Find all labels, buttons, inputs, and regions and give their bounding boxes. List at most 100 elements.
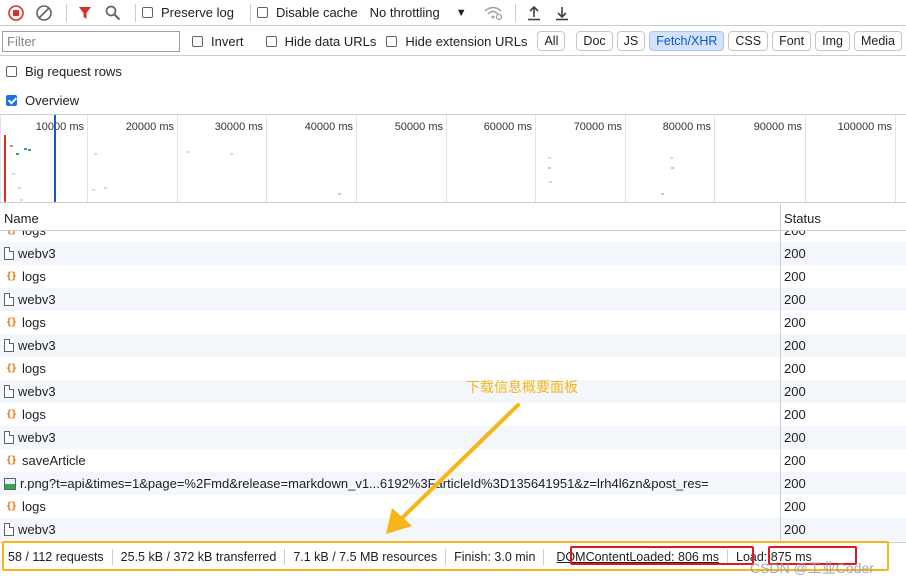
timeline-tick-label: 50000 ms	[394, 121, 443, 133]
table-row[interactable]: {} logs 200	[0, 495, 906, 518]
import-har-icon[interactable]	[522, 1, 546, 25]
checkbox-box[interactable]	[256, 7, 268, 18]
overview-timeline[interactable]: 10000 ms 20000 ms 30000 ms 40000 ms 5000…	[0, 114, 906, 203]
request-name-cell: webv3	[4, 292, 56, 307]
hide-extension-urls-checkbox[interactable]: Hide extension URLs	[386, 34, 527, 49]
clear-icon[interactable]	[32, 1, 56, 25]
type-filter-doc[interactable]: Doc	[576, 31, 613, 51]
request-status: 200	[784, 361, 806, 376]
throttling-select[interactable]: No throttling ▼	[370, 5, 467, 20]
request-status: 200	[784, 407, 806, 422]
checkbox-box[interactable]	[6, 66, 17, 77]
request-dot	[549, 181, 552, 183]
filter-bar: Invert Hide data URLs Hide extension URL…	[0, 27, 906, 56]
type-filter-fetch-xhr[interactable]: Fetch/XHR	[649, 31, 725, 51]
filter-funnel-icon[interactable]	[73, 1, 97, 25]
document-icon	[4, 339, 14, 352]
request-dot	[230, 153, 233, 155]
request-name: webv3	[18, 522, 56, 537]
timeline-tick-label: 90000 ms	[753, 121, 802, 133]
table-row[interactable]: webv3 200	[0, 380, 906, 403]
table-row[interactable]: {} logs 200	[0, 231, 906, 242]
search-icon[interactable]	[101, 1, 125, 25]
invert-checkbox[interactable]: Invert	[192, 34, 244, 49]
request-name: webv3	[18, 384, 56, 399]
checkbox-box[interactable]	[142, 7, 153, 18]
export-har-icon[interactable]	[550, 1, 574, 25]
request-name-cell: webv3	[4, 522, 56, 537]
filter-input[interactable]	[2, 30, 180, 52]
column-resizer[interactable]	[780, 204, 781, 230]
table-row[interactable]: webv3 200	[0, 426, 906, 449]
table-row[interactable]: {} logs 200	[0, 357, 906, 380]
overview-checkbox[interactable]: Overview	[6, 93, 79, 108]
timeline-tick: 50000 ms	[395, 115, 447, 202]
checkbox-box-checked[interactable]	[6, 95, 17, 106]
timeline-tick: 60000 ms	[484, 115, 536, 202]
table-row[interactable]: r.png?t=api&times=1&page=%2Fmd&release=m…	[0, 472, 906, 495]
fetch-xhr-icon: {}	[5, 271, 17, 282]
timeline-tick: 70000 ms	[574, 115, 626, 202]
request-status: 200	[784, 231, 806, 238]
request-table-header: Name Status	[0, 204, 906, 231]
table-row[interactable]: {} logs 200	[0, 403, 906, 426]
network-conditions-icon[interactable]	[481, 1, 505, 25]
request-name-cell: {} logs	[4, 315, 46, 330]
request-dot	[94, 153, 97, 155]
request-dot	[18, 187, 21, 189]
checkbox-box[interactable]	[386, 35, 398, 47]
type-filter-img[interactable]: Img	[815, 31, 850, 51]
column-header-status[interactable]: Status	[784, 211, 821, 226]
annotation-label: 下载信息概要面板	[466, 380, 578, 396]
big-request-rows-checkbox[interactable]: Big request rows	[6, 64, 122, 79]
toolbar-divider	[249, 3, 251, 22]
type-filter-js[interactable]: JS	[616, 31, 646, 51]
request-status: 200	[784, 476, 806, 491]
toolbar-divider	[135, 3, 136, 22]
column-header-name[interactable]: Name	[4, 211, 39, 226]
dcl-red-box	[570, 546, 754, 565]
timeline-tick-label: 10000 ms	[35, 121, 84, 133]
request-status: 200	[784, 499, 806, 514]
table-row[interactable]: webv3 200	[0, 242, 906, 265]
table-row[interactable]: {} logs 200	[0, 311, 906, 334]
type-filter-media[interactable]: Media	[853, 31, 902, 51]
request-name: webv3	[18, 430, 56, 445]
type-filter-all[interactable]: All	[537, 31, 566, 51]
checkbox-box[interactable]	[265, 35, 277, 47]
fetch-xhr-icon: {}	[5, 363, 17, 374]
type-filter-font[interactable]: Font	[772, 31, 812, 51]
table-row[interactable]: webv3 200	[0, 288, 906, 311]
table-row[interactable]: webv3 200	[0, 334, 906, 357]
request-name-cell: {} saveArticle	[4, 453, 86, 468]
timeline-tick: 10000 ms	[36, 115, 88, 202]
request-dot	[28, 149, 31, 151]
disable-cache-checkbox[interactable]: Disable cache	[256, 5, 358, 20]
preserve-log-checkbox[interactable]: Preserve log	[142, 5, 234, 20]
load-marker	[4, 135, 6, 202]
request-name-cell: {} logs	[4, 231, 46, 238]
request-status: 200	[784, 384, 806, 399]
request-name: logs	[22, 499, 46, 514]
network-toolbar: Preserve log Disable cache No throttling…	[0, 0, 906, 26]
table-row[interactable]: webv3 200	[0, 518, 906, 541]
request-status: 200	[784, 246, 806, 261]
request-dot	[670, 157, 673, 159]
request-status: 200	[784, 430, 806, 445]
fetch-xhr-icon: {}	[5, 455, 17, 466]
request-dot	[548, 167, 551, 169]
stop-recording-icon[interactable]	[4, 1, 28, 25]
checkbox-box[interactable]	[192, 35, 203, 47]
request-dot	[548, 157, 551, 159]
timeline-tick: 40000 ms	[305, 115, 357, 202]
image-icon	[4, 477, 16, 490]
request-name: webv3	[18, 246, 56, 261]
hide-data-urls-checkbox[interactable]: Hide data URLs	[265, 34, 376, 49]
timeline-tick-label: 100000 ms	[837, 121, 892, 133]
table-row[interactable]: {} logs 200	[0, 265, 906, 288]
timeline-tick-label: 20000 ms	[125, 121, 174, 133]
request-dot	[10, 145, 13, 147]
request-dot	[186, 151, 189, 153]
table-row[interactable]: {} saveArticle 200	[0, 449, 906, 472]
type-filter-css[interactable]: CSS	[728, 31, 769, 51]
